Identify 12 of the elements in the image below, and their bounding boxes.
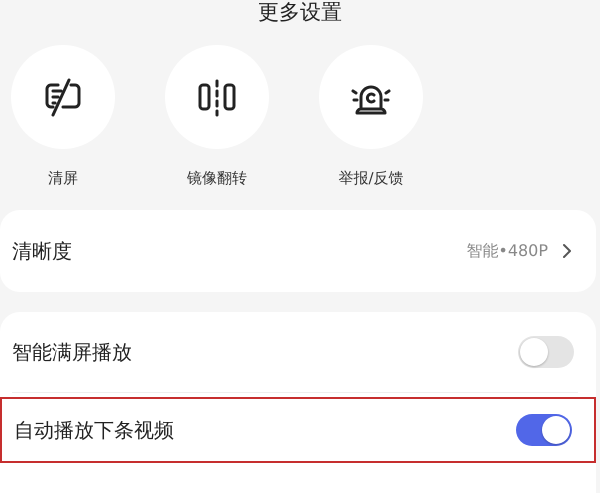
action-label: 镜像翻转 [187, 169, 247, 188]
sheet-title: 更多设置 [257, 0, 343, 24]
setting-value: 智能•480P [466, 240, 548, 262]
setting-label: 智能满屏播放 [12, 338, 132, 366]
toggle-switch[interactable] [516, 414, 572, 446]
quality-row[interactable]: 清晰度 智能•480P [0, 210, 596, 292]
setting-label: 自动播放下条视频 [14, 416, 174, 444]
action-label: 清屏 [48, 169, 78, 188]
chevron-right-icon [562, 243, 572, 259]
setting-label: 清晰度 [12, 238, 73, 264]
toggle-switch[interactable] [518, 336, 574, 368]
action-label: 举报/反馈 [338, 169, 404, 188]
